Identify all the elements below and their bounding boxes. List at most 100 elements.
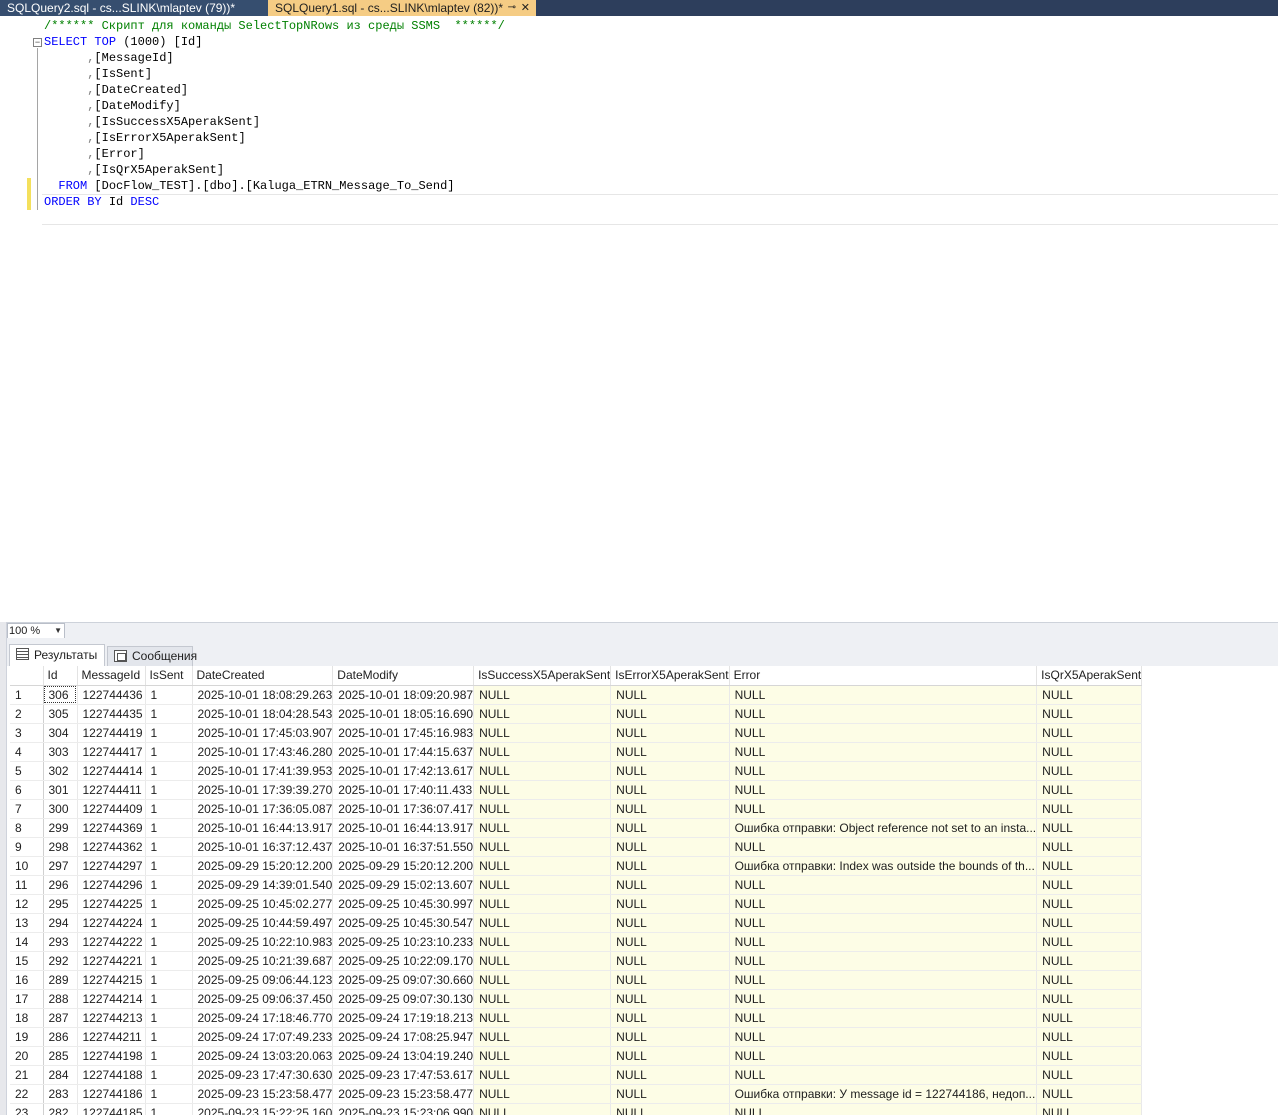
table-row[interactable]: 1 306 122744436 1 2025-10-01 18:08:29.263 202… <box>10 685 1143 705</box>
grid-cell[interactable]: NULL <box>729 1065 1038 1085</box>
grid-cell[interactable]: NULL <box>729 894 1038 914</box>
grid-cell[interactable]: NULL <box>473 856 612 876</box>
row-number[interactable]: 10 <box>10 856 44 876</box>
grid-cell[interactable]: NULL <box>1036 685 1143 705</box>
grid-cell[interactable]: 122744198 <box>77 1046 146 1066</box>
grid-cell[interactable]: 296 <box>43 875 78 895</box>
table-row[interactable]: 16 289 122744215 1 2025-09-25 09:06:44.123 20… <box>10 970 1143 990</box>
grid-cell[interactable]: 2025-09-24 13:03:20.063 <box>192 1046 334 1066</box>
grid-cell[interactable]: 2025-10-01 16:44:13.917 <box>192 818 334 838</box>
grid-cell[interactable]: 1 <box>145 1027 193 1047</box>
pin-icon[interactable]: ⊸ <box>508 0 516 16</box>
grid-cell[interactable]: 122744211 <box>77 1027 146 1047</box>
grid-cell[interactable]: 122744214 <box>77 989 146 1009</box>
grid-cell[interactable]: NULL <box>473 970 612 990</box>
grid-cell[interactable]: 122744362 <box>77 837 146 857</box>
grid-cell[interactable]: 2025-10-01 17:39:39.270 <box>192 780 334 800</box>
grid-cell[interactable]: 2025-09-25 09:06:44.123 <box>192 970 334 990</box>
grid-cell[interactable]: 122744185 <box>77 1103 146 1115</box>
grid-cell[interactable]: 122744411 <box>77 780 146 800</box>
grid-cell[interactable]: NULL <box>729 685 1038 705</box>
grid-cell[interactable]: NULL <box>610 704 730 724</box>
grid-cell[interactable]: 122744436 <box>77 685 146 705</box>
grid-cell[interactable]: 298 <box>43 837 78 857</box>
grid-cell[interactable]: 2025-09-25 09:07:30.660 <box>332 970 475 990</box>
grid-cell[interactable]: 2025-10-01 18:05:16.690 <box>332 704 475 724</box>
grid-cell[interactable]: NULL <box>1036 723 1143 743</box>
grid-cell[interactable]: NULL <box>1036 913 1143 933</box>
grid-cell[interactable]: NULL <box>473 761 612 781</box>
grid-cell[interactable]: 122744225 <box>77 894 146 914</box>
grid-cell[interactable]: 302 <box>43 761 78 781</box>
grid-cell[interactable]: 292 <box>43 951 78 971</box>
row-number[interactable]: 12 <box>10 894 44 914</box>
column-header[interactable]: MessageId <box>77 666 146 686</box>
grid-cell[interactable]: 1 <box>145 856 193 876</box>
grid-cell[interactable]: NULL <box>1036 875 1143 895</box>
tab-messages[interactable]: Сообщения <box>107 646 197 666</box>
grid-cell[interactable]: NULL <box>473 1084 612 1104</box>
grid-cell[interactable]: 283 <box>43 1084 78 1104</box>
grid-cell[interactable]: 2025-09-29 15:02:13.607 <box>332 875 475 895</box>
grid-cell[interactable]: NULL <box>610 1103 730 1115</box>
row-number[interactable]: 1 <box>10 685 44 705</box>
grid-cell[interactable]: NULL <box>1036 1103 1143 1115</box>
table-row[interactable]: 3 304 122744419 1 2025-10-01 17:45:03.907 202… <box>10 723 1143 743</box>
grid-cell[interactable]: 286 <box>43 1027 78 1047</box>
table-row[interactable]: 22 283 122744186 1 2025-09-23 15:23:58.477 20… <box>10 1084 1143 1104</box>
column-header[interactable]: IsQrX5AperakSent <box>1036 666 1143 686</box>
grid-cell[interactable]: 1 <box>145 837 193 857</box>
grid-cell[interactable]: 303 <box>43 742 78 762</box>
grid-cell[interactable]: 284 <box>43 1065 78 1085</box>
grid-cell[interactable]: NULL <box>729 704 1038 724</box>
grid-cell[interactable]: NULL <box>610 837 730 857</box>
grid-cell[interactable]: 299 <box>43 818 78 838</box>
grid-cell[interactable]: 1 <box>145 780 193 800</box>
grid-cell[interactable]: NULL <box>1036 761 1143 781</box>
column-header[interactable]: IsSuccessX5AperakSent <box>473 666 612 686</box>
grid-cell[interactable]: NULL <box>729 951 1038 971</box>
row-number-header[interactable] <box>10 666 44 686</box>
grid-cell[interactable]: 2025-09-29 14:39:01.540 <box>192 875 334 895</box>
grid-cell[interactable]: 2025-10-01 17:36:05.087 <box>192 799 334 819</box>
grid-cell[interactable]: 2025-09-29 15:20:12.200 <box>192 856 334 876</box>
grid-cell[interactable]: NULL <box>473 951 612 971</box>
grid-cell[interactable]: 2025-10-01 16:44:13.917 <box>332 818 475 838</box>
grid-cell[interactable]: Ошибка отправки: Object reference not se… <box>729 818 1038 838</box>
row-number[interactable]: 2 <box>10 704 44 724</box>
grid-cell[interactable]: 2025-09-23 17:47:30.630 <box>192 1065 334 1085</box>
table-row[interactable]: 14 293 122744222 1 2025-09-25 10:22:10.983 20… <box>10 932 1143 952</box>
grid-cell[interactable]: NULL <box>610 913 730 933</box>
grid-cell[interactable]: NULL <box>610 1027 730 1047</box>
grid-cell[interactable]: NULL <box>473 932 612 952</box>
table-row[interactable]: 17 288 122744214 1 2025-09-25 09:06:37.450 20… <box>10 989 1143 1009</box>
grid-cell[interactable]: 287 <box>43 1008 78 1028</box>
grid-cell[interactable]: 1 <box>145 1046 193 1066</box>
grid-cell[interactable]: 122744222 <box>77 932 146 952</box>
grid-cell[interactable]: 2025-10-01 18:04:28.543 <box>192 704 334 724</box>
grid-cell[interactable]: 122744409 <box>77 799 146 819</box>
column-header[interactable]: IsErrorX5AperakSent <box>610 666 730 686</box>
column-header[interactable]: Id <box>43 666 78 686</box>
row-number[interactable]: 5 <box>10 761 44 781</box>
grid-cell[interactable]: NULL <box>473 1103 612 1115</box>
grid-cell[interactable]: 306 <box>43 685 78 705</box>
table-row[interactable]: 10 297 122744297 1 2025-09-29 15:20:12.200 20… <box>10 856 1143 876</box>
grid-cell[interactable]: NULL <box>610 799 730 819</box>
grid-cell[interactable]: NULL <box>729 723 1038 743</box>
grid-cell[interactable]: NULL <box>473 818 612 838</box>
grid-cell[interactable]: 1 <box>145 723 193 743</box>
grid-cell[interactable]: NULL <box>729 913 1038 933</box>
table-row[interactable]: 21 284 122744188 1 2025-09-23 17:47:30.630 20… <box>10 1065 1143 1085</box>
row-number[interactable]: 16 <box>10 970 44 990</box>
column-header[interactable]: IsSent <box>145 666 193 686</box>
grid-cell[interactable]: 295 <box>43 894 78 914</box>
grid-cell[interactable]: 1 <box>145 932 193 952</box>
grid-cell[interactable]: NULL <box>729 761 1038 781</box>
grid-cell[interactable]: NULL <box>610 1008 730 1028</box>
grid-cell[interactable]: NULL <box>610 989 730 1009</box>
table-row[interactable]: 18 287 122744213 1 2025-09-24 17:18:46.770 20… <box>10 1008 1143 1028</box>
grid-cell[interactable]: 122744417 <box>77 742 146 762</box>
grid-cell[interactable]: 2025-09-24 13:04:19.240 <box>332 1046 475 1066</box>
grid-cell[interactable]: NULL <box>1036 704 1143 724</box>
